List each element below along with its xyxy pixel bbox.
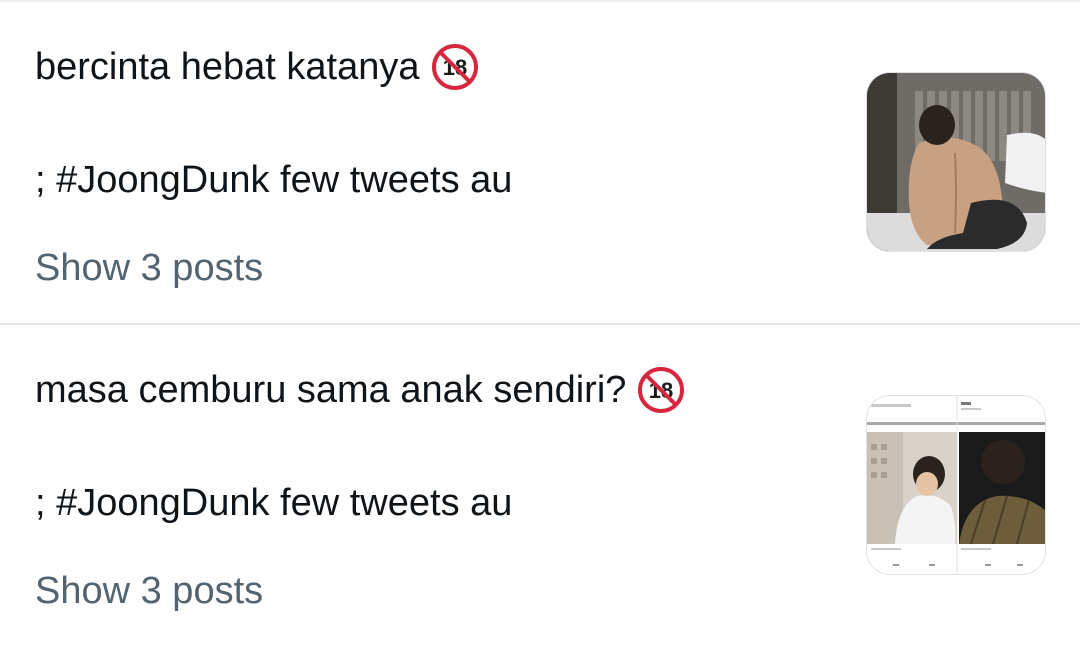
thread-thumbnail[interactable] <box>866 395 1046 575</box>
show-posts-link[interactable]: Show 3 posts <box>35 568 263 614</box>
thread-thumbnail[interactable] <box>866 72 1046 252</box>
thread-card-1[interactable]: bercinta hebat katanya 18 ; #JoongDunk f… <box>0 2 1080 324</box>
show-posts-link[interactable]: Show 3 posts <box>35 245 263 291</box>
thread-title-row: bercinta hebat katanya 18 <box>35 44 478 90</box>
thread-title-row: masa cemburu sama anak sendiri? 18 <box>35 367 685 413</box>
thread-feed: bercinta hebat katanya 18 ; #JoongDunk f… <box>0 0 1080 646</box>
no-under-18-icon: 18 <box>638 367 685 413</box>
thread-hashtag-line[interactable]: ; #JoongDunk few tweets au <box>35 157 512 203</box>
thread-hashtag-line[interactable]: ; #JoongDunk few tweets au <box>35 480 512 526</box>
no-under-18-icon: 18 <box>431 44 478 90</box>
thread-card-2[interactable]: masa cemburu sama anak sendiri? 18 ; #Jo… <box>0 325 1080 646</box>
thread-title: masa cemburu sama anak sendiri? <box>35 369 627 411</box>
thread-title: bercinta hebat katanya <box>35 46 420 88</box>
